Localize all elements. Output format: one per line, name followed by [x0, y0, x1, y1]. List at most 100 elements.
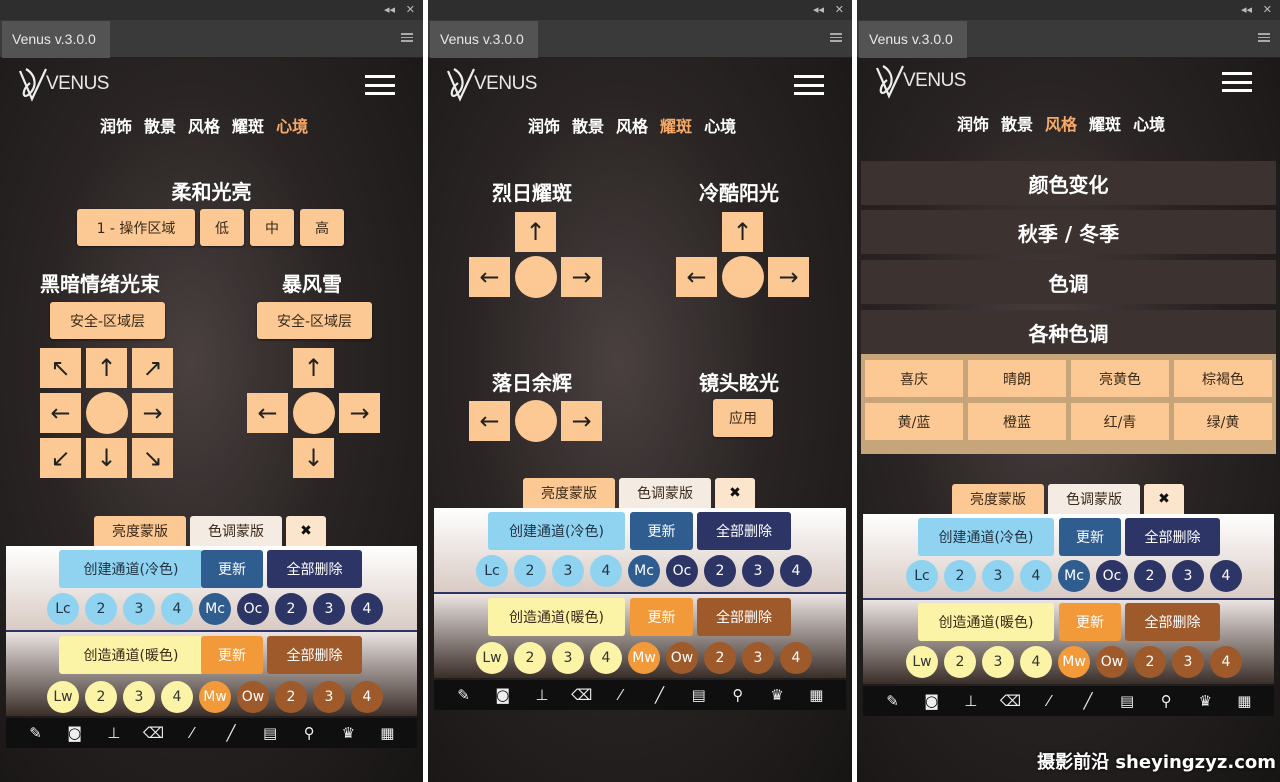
close-icon[interactable]: ✕ [835, 2, 844, 18]
hamburger-menu-icon[interactable] [1222, 72, 1252, 92]
create-warm-channel-button[interactable]: 创造通道(暖色) [59, 636, 203, 674]
warm-update-button[interactable]: 更新 [201, 636, 263, 674]
cool-oc-button[interactable]: Oc [237, 593, 269, 625]
nav-style[interactable]: 风格 [1045, 111, 1077, 135]
warm-4-button[interactable]: 4 [161, 681, 193, 713]
eraser-icon[interactable]: ⌫ [571, 686, 592, 704]
arrow-up-button[interactable]: ↑ [86, 348, 127, 388]
warm-ow-2-button[interactable]: 2 [1134, 646, 1166, 678]
cool-update-button[interactable]: 更新 [201, 550, 263, 588]
eyedropper-icon[interactable]: ⚲ [1156, 692, 1176, 710]
gradient-icon[interactable]: ▤ [260, 724, 280, 742]
panel-tab[interactable]: Venus v.3.0.0 [859, 21, 967, 58]
panel-menu-icon[interactable] [1258, 33, 1270, 42]
panel-menu-icon[interactable] [830, 33, 842, 42]
nav-retouch[interactable]: 润饰 [957, 111, 989, 135]
cool-update-button[interactable]: 更新 [630, 512, 693, 550]
cool-3-button[interactable]: 3 [552, 555, 584, 587]
close-icon[interactable]: ✕ [1263, 2, 1272, 18]
tone-sunny-button[interactable]: 晴朗 [968, 360, 1066, 397]
tab-color-mask[interactable]: 色调蒙版 [1048, 484, 1140, 514]
sunset-arrow-right-button[interactable]: → [561, 401, 602, 441]
crown-icon[interactable]: ♛ [767, 686, 787, 704]
sunflare-arrow-up-button[interactable]: ↑ [515, 212, 556, 252]
grid-icon[interactable]: ▦ [1234, 692, 1254, 710]
collapse-icon[interactable]: ◂◂ [1241, 2, 1252, 18]
warm-ow-4-button[interactable]: 4 [351, 681, 383, 713]
cool-update-button[interactable]: 更新 [1059, 518, 1121, 556]
create-cool-channel-button[interactable]: 创建通道(冷色) [59, 550, 203, 588]
mask-icon[interactable]: ◙ [922, 692, 942, 710]
panel-tab[interactable]: Venus v.3.0.0 [430, 21, 538, 58]
pen-icon[interactable]: ⁄ [610, 686, 630, 704]
cool-oc-3-button[interactable]: 3 [1172, 560, 1204, 592]
stamp-icon[interactable]: ⊥ [104, 724, 124, 742]
tab-luminosity-mask[interactable]: 亮度蒙版 [952, 484, 1044, 514]
warm-4-button[interactable]: 4 [590, 642, 622, 674]
tab-luminosity-mask[interactable]: 亮度蒙版 [94, 516, 186, 546]
gradient-icon[interactable]: ▤ [689, 686, 709, 704]
warm-3-button[interactable]: 3 [982, 646, 1014, 678]
coolsun-arrow-up-button[interactable]: ↑ [722, 212, 763, 252]
cool-lc-button[interactable]: Lc [476, 555, 508, 587]
cool-3-button[interactable]: 3 [123, 593, 155, 625]
sunflare-arrow-right-button[interactable]: → [561, 257, 602, 297]
collapse-icon[interactable]: ◂◂ [813, 2, 824, 18]
cool-delete-all-button[interactable]: 全部删除 [267, 550, 362, 588]
close-icon[interactable]: ✕ [406, 2, 415, 18]
warm-3-button[interactable]: 3 [552, 642, 584, 674]
lens-flare-apply-button[interactable]: 应用 [713, 399, 773, 437]
tone-yellow-blue-button[interactable]: 黄/蓝 [865, 403, 963, 440]
warm-ow-4-button[interactable]: 4 [780, 642, 812, 674]
low-button[interactable]: 低 [200, 209, 244, 246]
brush-icon[interactable]: ╱ [221, 724, 241, 742]
nav-style[interactable]: 风格 [188, 113, 220, 137]
mask-icon[interactable]: ◙ [493, 686, 513, 704]
tone-orange-blue-button[interactable]: 橙蓝 [968, 403, 1066, 440]
warm-4-button[interactable]: 4 [1020, 646, 1052, 678]
tone-sepia-button[interactable]: 棕褐色 [1174, 360, 1272, 397]
arrow-down-right-button[interactable]: ↘ [132, 438, 173, 478]
warm-ow-2-button[interactable]: 2 [704, 642, 736, 674]
cool-oc-button[interactable]: Oc [666, 555, 698, 587]
cool-lc-button[interactable]: Lc [906, 560, 938, 592]
cool-4-button[interactable]: 4 [590, 555, 622, 587]
warm-update-button[interactable]: 更新 [630, 598, 693, 636]
blizzard-center-dot-button[interactable] [293, 392, 335, 434]
cool-2-button[interactable]: 2 [85, 593, 117, 625]
warm-ow-button[interactable]: Ow [666, 642, 698, 674]
arrow-down-left-button[interactable]: ↙ [40, 438, 81, 478]
warm-lw-button[interactable]: Lw [476, 642, 508, 674]
blizzard-arrow-left-button[interactable]: ← [247, 393, 288, 433]
section-tone[interactable]: 色调 [861, 260, 1276, 304]
warm-3-button[interactable]: 3 [123, 681, 155, 713]
cool-lc-button[interactable]: Lc [47, 593, 79, 625]
grid-icon[interactable]: ▦ [806, 686, 826, 704]
close-mask-icon[interactable]: ✖ [286, 516, 326, 546]
dark-beam-safe-area-button[interactable]: 安全-区域层 [50, 302, 165, 339]
nav-mood[interactable]: 心境 [276, 113, 308, 137]
warm-mw-button[interactable]: Mw [199, 681, 231, 713]
blizzard-arrow-right-button[interactable]: → [339, 393, 380, 433]
create-warm-channel-button[interactable]: 创造通道(暖色) [488, 598, 625, 636]
warm-update-button[interactable]: 更新 [1059, 603, 1121, 641]
warm-ow-button[interactable]: Ow [1096, 646, 1128, 678]
coolsun-arrow-left-button[interactable]: ← [676, 257, 717, 297]
mask-icon[interactable]: ◙ [65, 724, 85, 742]
gradient-icon[interactable]: ▤ [1117, 692, 1137, 710]
nav-style[interactable]: 风格 [616, 113, 648, 137]
cool-oc-4-button[interactable]: 4 [351, 593, 383, 625]
warm-delete-all-button[interactable]: 全部删除 [1125, 603, 1220, 641]
panel-tab[interactable]: Venus v.3.0.0 [2, 21, 110, 58]
arrow-up-right-button[interactable]: ↗ [132, 348, 173, 388]
section-autumn-winter[interactable]: 秋季 / 冬季 [861, 210, 1276, 254]
cool-2-button[interactable]: 2 [514, 555, 546, 587]
cool-oc-3-button[interactable]: 3 [313, 593, 345, 625]
sunflare-arrow-left-button[interactable]: ← [469, 257, 510, 297]
tone-bright-yellow-button[interactable]: 亮黄色 [1071, 360, 1169, 397]
section-color-change[interactable]: 颜色变化 [861, 161, 1276, 205]
operation-area-button[interactable]: 1 - 操作区域 [77, 209, 195, 246]
cool-4-button[interactable]: 4 [1020, 560, 1052, 592]
tone-green-yellow-button[interactable]: 绿/黄 [1174, 403, 1272, 440]
tab-luminosity-mask[interactable]: 亮度蒙版 [523, 478, 615, 508]
